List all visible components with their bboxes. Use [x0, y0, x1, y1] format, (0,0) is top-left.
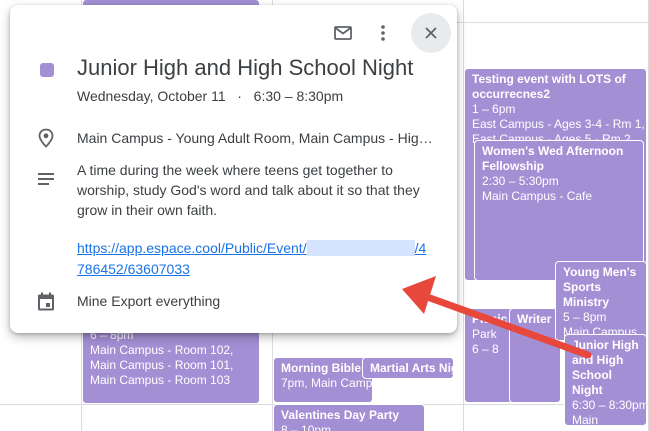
event-date: Wednesday, October 11: [77, 88, 226, 104]
event-title: Valentines Day Party: [281, 408, 400, 422]
event-location: Main Campus - Room 101,: [90, 358, 234, 372]
event-title: Testing event with LOTS of occurrecnes2: [472, 72, 626, 101]
event-url-part: https://app.espace.cool/Public/Event/: [77, 240, 307, 256]
event-picnic[interactable]: Picnic Park 6 – 8: [464, 308, 514, 403]
event-location: Park: [472, 327, 497, 341]
event-title: Morning Bible: [281, 361, 361, 375]
event-junior-high[interactable]: Junior High and High School Night 6:30 –…: [564, 334, 647, 426]
event-location: Main Campus - Room 102,: [90, 343, 234, 357]
event-morning-bible[interactable]: Morning Bible 7pm, Main Campus - Room: [273, 357, 373, 403]
event-time: 1 – 6pm: [472, 102, 516, 116]
event-time: 6:30 – 8:30pm: [572, 398, 647, 412]
more-vert-icon: [381, 25, 385, 41]
close-button[interactable]: [411, 13, 451, 53]
location-pin-icon: [37, 128, 55, 153]
event-title: Martial Arts Nig: [370, 361, 454, 375]
event-title: Picnic: [472, 312, 508, 326]
event-womens-fellowship[interactable]: Women's Wed Afternoon Fellowship 2:30 – …: [474, 140, 644, 281]
event-detail-popup: Junior High and High School Night Wednes…: [10, 5, 457, 333]
event-title: Women's Wed Afternoon Fellowship: [482, 144, 624, 173]
separator-dot: ·: [229, 88, 250, 104]
redacted-region: [306, 240, 415, 256]
event-time: 5 – 8pm: [563, 310, 607, 324]
event-time: 6:30 – 8:30pm: [253, 88, 344, 104]
calendar-icon: [37, 292, 55, 316]
event-writer[interactable]: Writer: [509, 308, 561, 403]
event-url-link[interactable]: https://app.espace.cool/Public/Event/ /4 7…: [77, 240, 426, 277]
event-location: Main Campus - Young Adult Room, Main Cam…: [77, 130, 437, 146]
event-title: Writer: [517, 312, 552, 326]
hour-line: [457, 22, 649, 23]
description-icon: [37, 172, 55, 191]
event-title: Junior High and High School Night: [77, 55, 414, 80]
event-time: 2:30 – 5:30pm: [482, 174, 559, 188]
event-location: Main Campus - Cafe: [482, 189, 593, 203]
event-time: 6 – 8: [472, 342, 499, 356]
event-color-swatch: [40, 63, 54, 77]
event-young-mens-sports[interactable]: Young Men's Sports Ministry 5 – 8pm Main…: [555, 261, 647, 341]
event-url-part: 786452/63607033: [77, 261, 190, 277]
event-martial-arts[interactable]: Martial Arts Nig: [362, 357, 454, 379]
close-icon: [425, 27, 437, 39]
event-location: East Campus - Ages 3-4 - Rm 1,: [472, 117, 645, 131]
event-title: Junior High and High School Night: [572, 338, 639, 397]
email-icon: [334, 26, 352, 40]
calendar-name: Mine Export everything: [77, 293, 221, 309]
event-description: A time during the week where teens get t…: [77, 162, 420, 218]
event-location: Main Campus - Room 103: [90, 373, 231, 387]
event-valentines[interactable]: Valentines Day Party 8 – 10pm: [273, 404, 425, 431]
event-location: Main Campus -: [572, 413, 599, 426]
event-title: Young Men's Sports Ministry: [563, 265, 637, 309]
event-time: 8 – 10pm: [281, 423, 332, 431]
event-url-part: /4: [414, 240, 427, 256]
event-time: 7pm, Main Campus - Room: [281, 376, 373, 390]
event-date-time: Wednesday, October 11 · 6:30 – 8:30pm: [77, 88, 343, 104]
event-link[interactable]: https://app.espace.cool/Public/Event/ /4 7…: [77, 238, 437, 280]
more-options-button[interactable]: [363, 13, 403, 53]
email-button[interactable]: [323, 13, 363, 53]
